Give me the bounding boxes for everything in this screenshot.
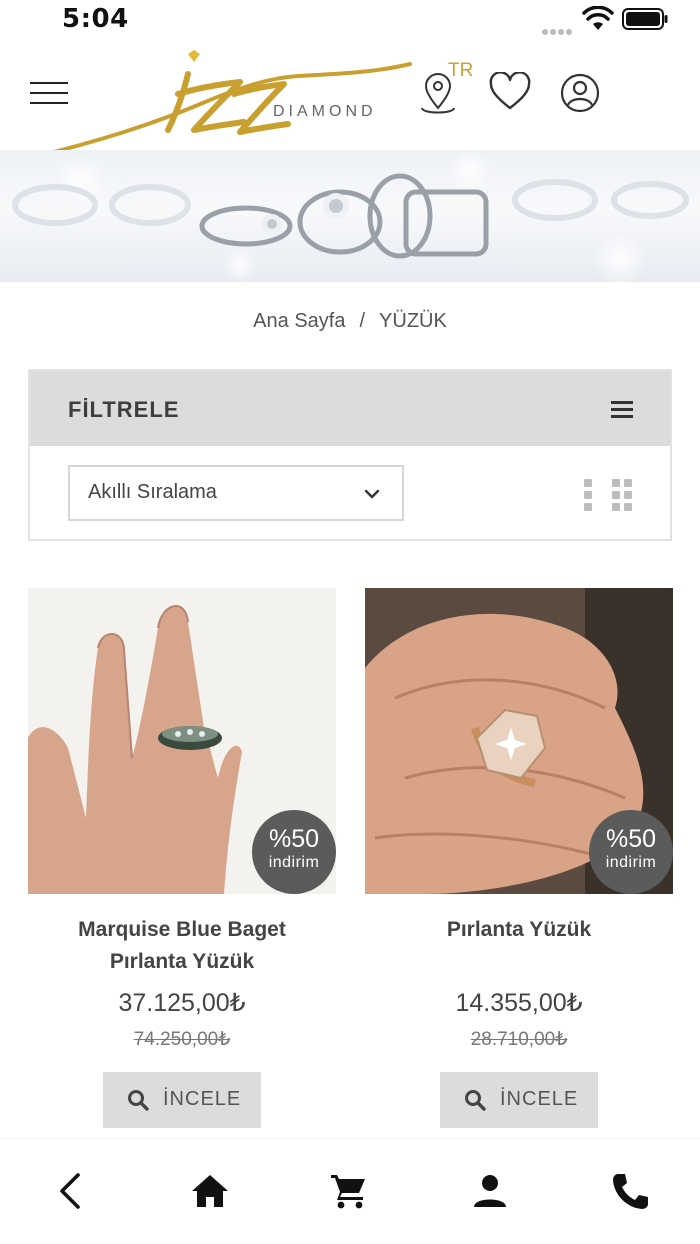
breadcrumb-current: YÜZÜK [379, 310, 447, 332]
language-label[interactable]: TR [448, 60, 473, 82]
product-name[interactable]: Marquise Blue Baget Pırlanta Yüzük [28, 914, 336, 978]
home-icon[interactable] [188, 1169, 232, 1213]
filter-title[interactable]: FİLTRELE [68, 397, 179, 423]
discount-badge: %50 indirim [252, 810, 336, 894]
inspect-button[interactable]: İNCELE [103, 1072, 261, 1128]
sort-select-value: Akıllı Sıralama [88, 481, 217, 503]
product-old-price: 28.710,00₺ [470, 1029, 568, 1050]
discount-percent: %50 [268, 825, 320, 853]
product-price: 14.355,00₺ [455, 989, 583, 1017]
back-icon[interactable] [48, 1169, 92, 1213]
wifi-icon [582, 6, 614, 30]
filter-menu-icon[interactable] [611, 400, 635, 420]
signal-icon [542, 20, 576, 35]
account-icon[interactable] [468, 1169, 512, 1213]
rings-banner-image [12, 150, 689, 282]
product-card[interactable]: %50 indirim Marquise Blue Baget Pırlanta… [28, 588, 336, 1128]
category-banner [0, 150, 700, 282]
breadcrumb: Ana Sayfa / YÜZÜK [0, 310, 700, 333]
filter-header[interactable]: FİLTRELE [30, 371, 670, 446]
search-icon [128, 1090, 149, 1111]
product-name-line[interactable]: Pırlanta Yüzük [365, 914, 673, 946]
sort-select[interactable]: Akıllı Sıralama [68, 465, 404, 521]
search-icon [465, 1090, 486, 1111]
breadcrumb-separator: / [359, 310, 366, 332]
discount-badge: %50 indirim [589, 810, 673, 894]
product-name-line[interactable]: Pırlanta Yüzük [28, 946, 336, 978]
breadcrumb-home[interactable]: Ana Sayfa [253, 310, 345, 332]
product-price: 37.125,00₺ [118, 989, 246, 1017]
discount-label: indirim [268, 854, 320, 871]
bottom-navigation [0, 1138, 700, 1244]
product-card[interactable]: %50 indirim Pırlanta Yüzük 14.355,00₺ 28… [365, 588, 673, 1128]
phone-icon[interactable] [608, 1169, 652, 1213]
product-image[interactable]: %50 indirim [365, 588, 673, 894]
inspect-button-label: İNCELE [500, 1088, 579, 1110]
grid-four-column-icon[interactable] [612, 479, 636, 511]
discount-label: indirim [605, 854, 657, 871]
product-name[interactable]: Pırlanta Yüzük [365, 914, 673, 946]
inspect-button[interactable]: İNCELE [440, 1072, 598, 1128]
inspect-button-label: İNCELE [163, 1088, 242, 1110]
status-time: 5:04 [62, 4, 129, 34]
discount-percent: %50 [605, 825, 657, 853]
user-icon[interactable] [560, 73, 600, 113]
product-image[interactable]: %50 indirim [28, 588, 336, 894]
cart-icon[interactable] [327, 1169, 371, 1213]
chevron-down-icon [364, 489, 380, 499]
battery-icon [622, 8, 668, 30]
grid-two-column-icon[interactable] [582, 479, 594, 511]
status-bar: 5:04 [0, 0, 700, 44]
product-name-line[interactable]: Marquise Blue Baget [28, 914, 336, 946]
app-header: DIAMOND TR [0, 44, 700, 164]
heart-icon[interactable] [489, 72, 531, 112]
filter-panel: FİLTRELE Akıllı Sıralama [28, 369, 672, 541]
svg-text:DIAMOND: DIAMOND [273, 103, 377, 120]
product-old-price: 74.250,00₺ [133, 1029, 231, 1050]
